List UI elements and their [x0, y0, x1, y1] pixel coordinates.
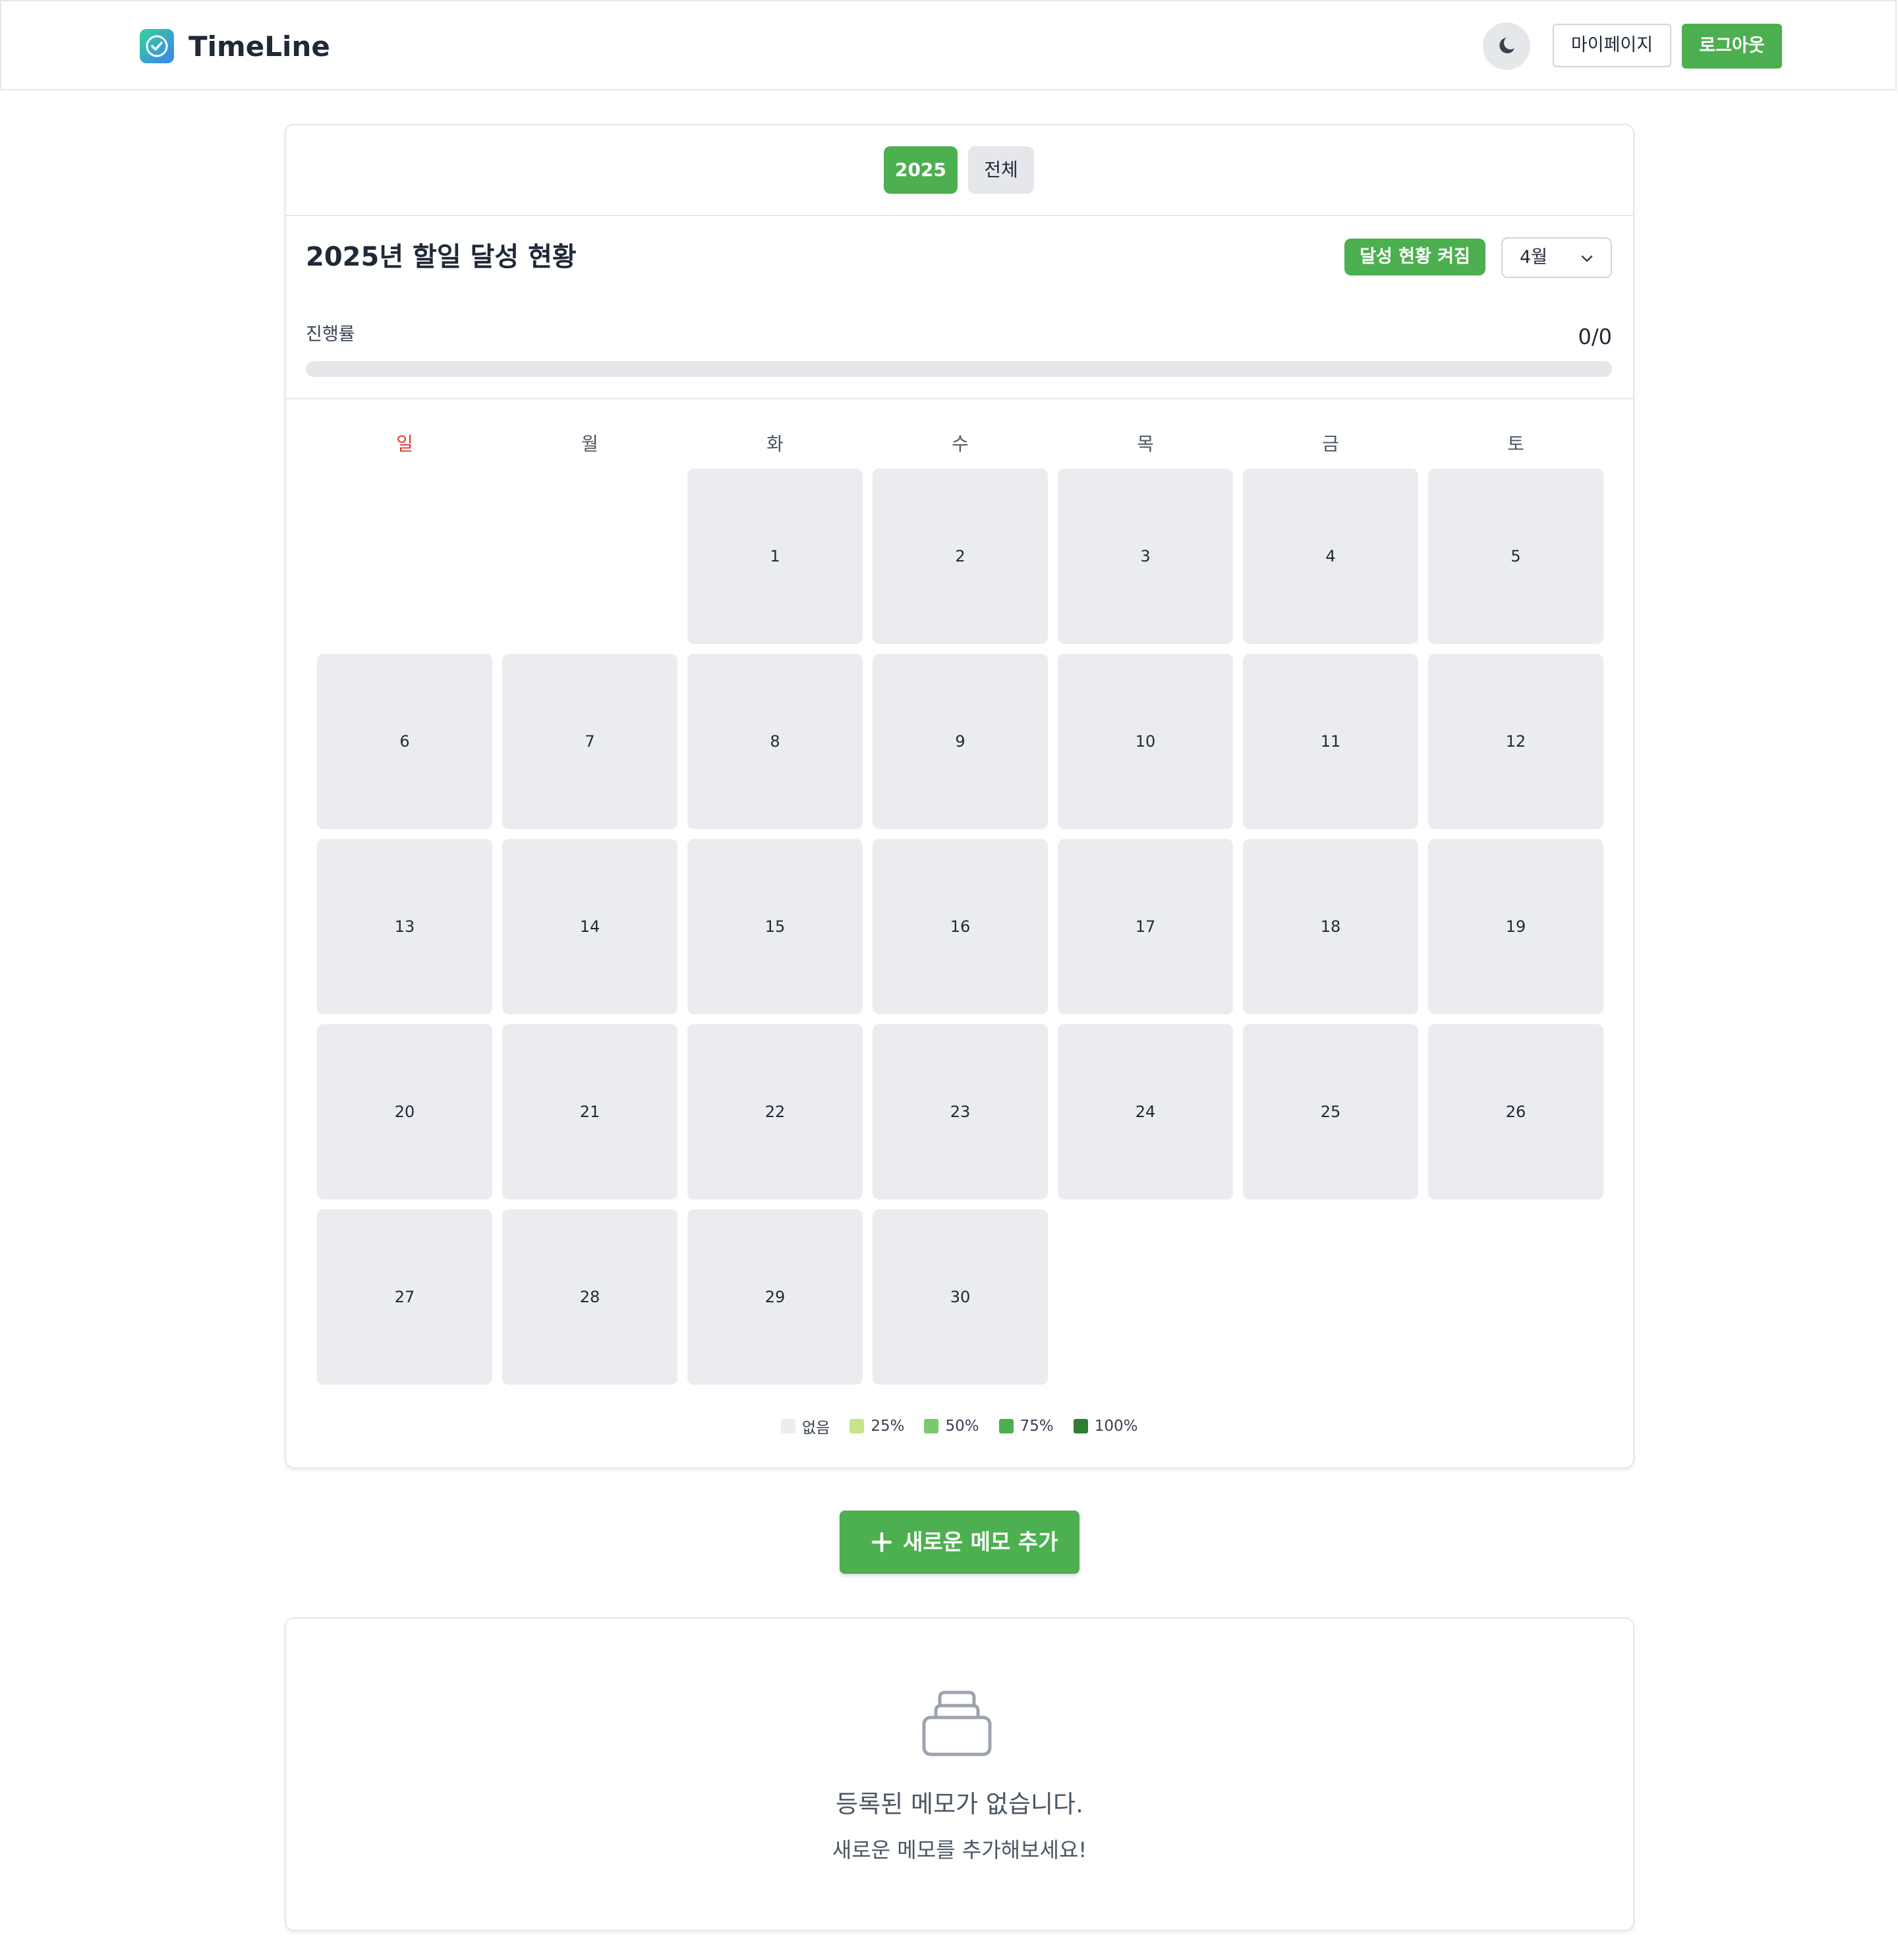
- section-title: 2025년 할일 달성 현황: [306, 242, 577, 272]
- legend-item: 75%: [998, 1418, 1054, 1435]
- add-memo-button[interactable]: 새로운 메모 추가: [840, 1511, 1079, 1574]
- tab-all[interactable]: 전체: [968, 146, 1034, 194]
- calendar-day[interactable]: 30: [873, 1209, 1048, 1385]
- calendar-day[interactable]: 19: [1428, 839, 1603, 1014]
- toggle-stats-button[interactable]: 달성 현황 켜짐: [1344, 239, 1485, 275]
- dark-mode-toggle[interactable]: [1483, 22, 1530, 70]
- legend-item: 25%: [849, 1418, 904, 1435]
- legend-label: 없음: [802, 1420, 830, 1437]
- empty-state-title: 등록된 메모가 없습니다.: [836, 1790, 1083, 1818]
- weekday-header: 수: [952, 433, 969, 455]
- legend-label: 25%: [871, 1418, 905, 1435]
- month-select-value: 4월: [1520, 247, 1548, 268]
- mypage-button[interactable]: 마이페이지: [1553, 24, 1671, 67]
- calendar-day[interactable]: 26: [1428, 1024, 1603, 1199]
- logout-button[interactable]: 로그아웃: [1682, 24, 1782, 69]
- month-select[interactable]: 4월: [1501, 237, 1612, 278]
- moon-icon: [1499, 38, 1514, 53]
- legend-swatch: [849, 1419, 865, 1433]
- plus-icon: [871, 1532, 892, 1553]
- progress-label: 진행률: [306, 324, 355, 345]
- progress-bar: [306, 361, 1612, 377]
- calendar-day[interactable]: 10: [1058, 654, 1233, 829]
- calendar-day[interactable]: 18: [1243, 839, 1418, 1014]
- calendar-day[interactable]: 15: [687, 839, 863, 1014]
- calendar-day[interactable]: 29: [687, 1209, 863, 1385]
- legend-swatch: [998, 1419, 1014, 1433]
- divider: [286, 215, 1633, 216]
- calendar-day[interactable]: 20: [317, 1024, 492, 1199]
- progress-count: 0/0: [1578, 324, 1613, 349]
- calendar-day[interactable]: 8: [687, 654, 863, 829]
- calendar-day[interactable]: 1: [687, 469, 863, 644]
- calendar-day[interactable]: 12: [1428, 654, 1603, 829]
- legend-swatch: [924, 1419, 939, 1433]
- calendar-day[interactable]: 21: [502, 1024, 677, 1199]
- calendar-day[interactable]: 16: [873, 839, 1048, 1014]
- add-memo-label: 새로운 메모 추가: [903, 1529, 1058, 1555]
- calendar-day[interactable]: 22: [687, 1024, 863, 1199]
- legend: 없음 25% 50% 75% 100%: [781, 1414, 1137, 1438]
- legend-swatch: [1073, 1419, 1088, 1433]
- calendar-day[interactable]: 24: [1058, 1024, 1233, 1199]
- weekday-header: 목: [1137, 433, 1154, 455]
- calendar-day[interactable]: 25: [1243, 1024, 1418, 1199]
- calendar-day[interactable]: 27: [317, 1209, 492, 1385]
- tab-year-2025[interactable]: 2025: [884, 146, 958, 194]
- weekday-header: 화: [766, 433, 784, 455]
- inbox-icon: [922, 1690, 992, 1756]
- calendar-day[interactable]: 9: [873, 654, 1048, 829]
- legend-item: 50%: [924, 1418, 979, 1435]
- weekday-header: 월: [581, 433, 598, 455]
- calendar-day[interactable]: 5: [1428, 469, 1603, 644]
- legend-label: 75%: [1020, 1418, 1054, 1435]
- legend-label: 100%: [1094, 1418, 1138, 1435]
- legend-item: 100%: [1073, 1418, 1138, 1435]
- legend-swatch: [781, 1419, 795, 1433]
- calendar-day[interactable]: 28: [502, 1209, 677, 1385]
- chevron-down-icon: [1581, 255, 1593, 262]
- memo-list-card: [285, 1617, 1634, 1931]
- legend-item: 없음: [781, 1415, 830, 1437]
- weekday-header: 토: [1507, 433, 1524, 455]
- calendar-day[interactable]: 3: [1058, 469, 1233, 644]
- calendar-day[interactable]: 7: [502, 654, 677, 829]
- weekday-header: 일: [396, 433, 413, 455]
- calendar-day[interactable]: 2: [873, 469, 1048, 644]
- weekday-header: 금: [1322, 433, 1339, 455]
- legend-label: 50%: [945, 1418, 979, 1435]
- divider: [286, 398, 1633, 399]
- empty-state-subtitle: 새로운 메모를 추가해보세요!: [832, 1837, 1087, 1862]
- calendar-day[interactable]: 23: [873, 1024, 1048, 1199]
- calendar-day[interactable]: 17: [1058, 839, 1233, 1014]
- calendar-day[interactable]: 4: [1243, 469, 1418, 644]
- calendar-day[interactable]: 11: [1243, 654, 1418, 829]
- brand-title[interactable]: TimeLine: [188, 28, 330, 66]
- calendar-day[interactable]: 13: [317, 839, 492, 1014]
- check-circle-icon[interactable]: [140, 29, 174, 63]
- calendar-day[interactable]: 6: [317, 654, 492, 829]
- calendar-day[interactable]: 14: [502, 839, 677, 1014]
